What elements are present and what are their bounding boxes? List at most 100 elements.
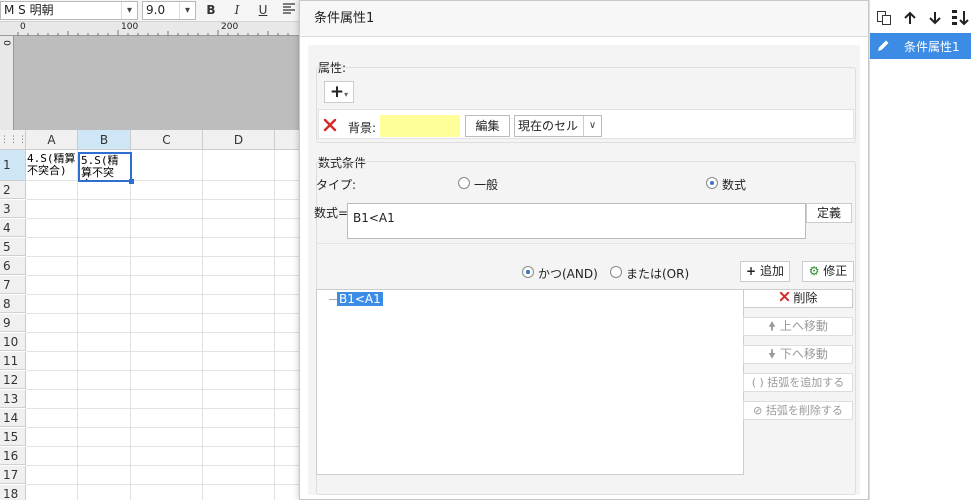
dialog-title: 条件属性1 bbox=[300, 1, 868, 37]
grid-line bbox=[26, 484, 300, 485]
grid-line bbox=[77, 150, 78, 500]
move-up-label: 上へ移動 bbox=[779, 319, 828, 333]
column-header-b[interactable]: B bbox=[78, 130, 131, 150]
cell-a1[interactable]: 4.S(精算不突合) bbox=[27, 153, 77, 180]
ruler-mark: 0 bbox=[20, 22, 26, 32]
grid-line bbox=[26, 313, 300, 314]
column-header-e[interactable] bbox=[275, 130, 300, 150]
row-header[interactable]: 5 bbox=[0, 238, 26, 256]
row-header[interactable]: 3 bbox=[0, 200, 26, 218]
grid-line bbox=[26, 332, 300, 333]
grid-line bbox=[26, 275, 300, 276]
divider bbox=[316, 243, 854, 244]
cell-b1-selected[interactable]: 5.S(精算不突合) bbox=[78, 152, 132, 182]
move-down-label: 下へ移動 bbox=[779, 347, 828, 361]
grid-line bbox=[26, 218, 300, 219]
define-button[interactable]: 定義 bbox=[806, 203, 852, 223]
arrow-up-icon[interactable] bbox=[902, 10, 918, 26]
row-header[interactable]: 12 bbox=[0, 371, 26, 389]
page-ruler-area bbox=[0, 22, 300, 130]
scope-select[interactable]: 現在のセル ∨ bbox=[514, 115, 602, 137]
row-header[interactable]: 14 bbox=[0, 409, 26, 427]
row-header[interactable]: 6 bbox=[0, 257, 26, 275]
move-down-button[interactable]: 🠟 下へ移動 bbox=[743, 345, 853, 364]
type-option-formula: 数式 bbox=[722, 178, 747, 192]
grid-line bbox=[274, 150, 275, 500]
column-header-a[interactable]: A bbox=[26, 130, 78, 150]
formula-label: 数式= bbox=[314, 206, 349, 220]
arrow-down-icon[interactable] bbox=[927, 10, 943, 26]
row-header[interactable]: 9 bbox=[0, 314, 26, 332]
add-label: 追加 bbox=[759, 264, 784, 278]
edit-button[interactable]: 編集 bbox=[465, 115, 510, 137]
row-header[interactable]: 15 bbox=[0, 428, 26, 446]
formula-input[interactable]: B1<A1 bbox=[347, 203, 806, 239]
type-radio-general[interactable] bbox=[458, 177, 470, 189]
row-header[interactable]: 4 bbox=[0, 219, 26, 237]
row-header[interactable]: 1 bbox=[0, 150, 26, 181]
plus-icon: + bbox=[746, 264, 757, 278]
column-header-c[interactable]: C bbox=[131, 130, 203, 150]
type-label: タイプ: bbox=[316, 178, 357, 192]
grid-line bbox=[26, 446, 300, 447]
delete-icon bbox=[779, 291, 789, 302]
condition-item-selected[interactable]: B1<A1 bbox=[337, 292, 383, 306]
row-header[interactable]: 16 bbox=[0, 447, 26, 465]
condition-list[interactable]: B1<A1 bbox=[316, 289, 744, 475]
row-header[interactable]: 18 bbox=[0, 485, 26, 500]
type-radio-formula[interactable] bbox=[706, 177, 718, 189]
delete-condition-button[interactable]: 削除 bbox=[743, 289, 853, 308]
scope-value: 現在のセル bbox=[518, 119, 579, 133]
add-bracket-button[interactable]: ( ) 括弧を追加する bbox=[743, 373, 853, 392]
font-name-value: M S 明朝 bbox=[4, 3, 54, 17]
align-left-icon[interactable] bbox=[280, 2, 298, 19]
grid-line bbox=[26, 180, 300, 181]
vertical-ruler: 0 bbox=[0, 36, 14, 130]
bracket-icon: ( ) bbox=[751, 376, 764, 389]
ruler-mark: 200 bbox=[221, 22, 239, 32]
or-radio[interactable] bbox=[610, 266, 622, 278]
horizontal-ruler: 0 100 200 bbox=[0, 22, 300, 36]
select-all-corner[interactable]: ⋮⋮⋮ bbox=[0, 130, 27, 150]
background-color-swatch[interactable] bbox=[380, 115, 460, 137]
row-header[interactable]: 10 bbox=[0, 333, 26, 351]
panel-item-selected[interactable]: 条件属性1 bbox=[870, 33, 971, 59]
grid-line bbox=[26, 256, 300, 257]
grid-line bbox=[130, 150, 131, 500]
spreadsheet-grid[interactable]: ⋮⋮⋮ A B C D 1 4.S(精算不突合) 5.S(精算不突合) 2 3 … bbox=[0, 130, 300, 500]
gear-icon: ⚙ bbox=[808, 264, 820, 278]
row-header[interactable]: 8 bbox=[0, 295, 26, 313]
grid-line bbox=[26, 294, 300, 295]
remove-bracket-button[interactable]: ⊘ 括弧を削除する bbox=[743, 401, 853, 420]
column-header-d[interactable]: D bbox=[203, 130, 275, 150]
underline-button[interactable]: U bbox=[254, 2, 272, 19]
grid-line bbox=[26, 351, 300, 352]
add-attribute-button[interactable]: +▾ bbox=[324, 81, 354, 103]
add-condition-button[interactable]: + 追加 bbox=[740, 261, 790, 282]
row-header[interactable]: 17 bbox=[0, 466, 26, 484]
ruler-mark: 0 bbox=[0, 40, 11, 46]
delete-attribute-icon[interactable] bbox=[322, 117, 338, 133]
arrow-up-icon: 🠝 bbox=[768, 319, 776, 333]
grid-line bbox=[26, 408, 300, 409]
modify-label: 修正 bbox=[823, 264, 848, 278]
modify-condition-button[interactable]: ⚙ 修正 bbox=[802, 261, 854, 282]
ruler-mark: 100 bbox=[121, 22, 139, 32]
grid-line bbox=[26, 389, 300, 390]
remove-bracket-icon: ⊘ bbox=[753, 404, 763, 417]
italic-button[interactable]: I bbox=[228, 2, 246, 19]
row-header[interactable]: 2 bbox=[0, 181, 26, 199]
font-size-select[interactable]: 9.0 ▾ bbox=[142, 1, 196, 20]
move-up-button[interactable]: 🠝 上へ移動 bbox=[743, 317, 853, 336]
row-header[interactable]: 13 bbox=[0, 390, 26, 408]
bold-button[interactable]: B bbox=[202, 2, 220, 19]
and-radio[interactable] bbox=[522, 266, 534, 278]
add-bracket-label: 括弧を追加する bbox=[767, 376, 845, 389]
row-header[interactable]: 11 bbox=[0, 352, 26, 370]
font-name-select[interactable]: M S 明朝 ▾ bbox=[0, 1, 138, 20]
condition-list-panel: 条件属性1 bbox=[869, 0, 971, 500]
row-header[interactable]: 7 bbox=[0, 276, 26, 294]
sort-icon[interactable] bbox=[951, 9, 969, 27]
fill-handle[interactable] bbox=[129, 179, 134, 184]
copy-icon[interactable] bbox=[876, 10, 892, 26]
